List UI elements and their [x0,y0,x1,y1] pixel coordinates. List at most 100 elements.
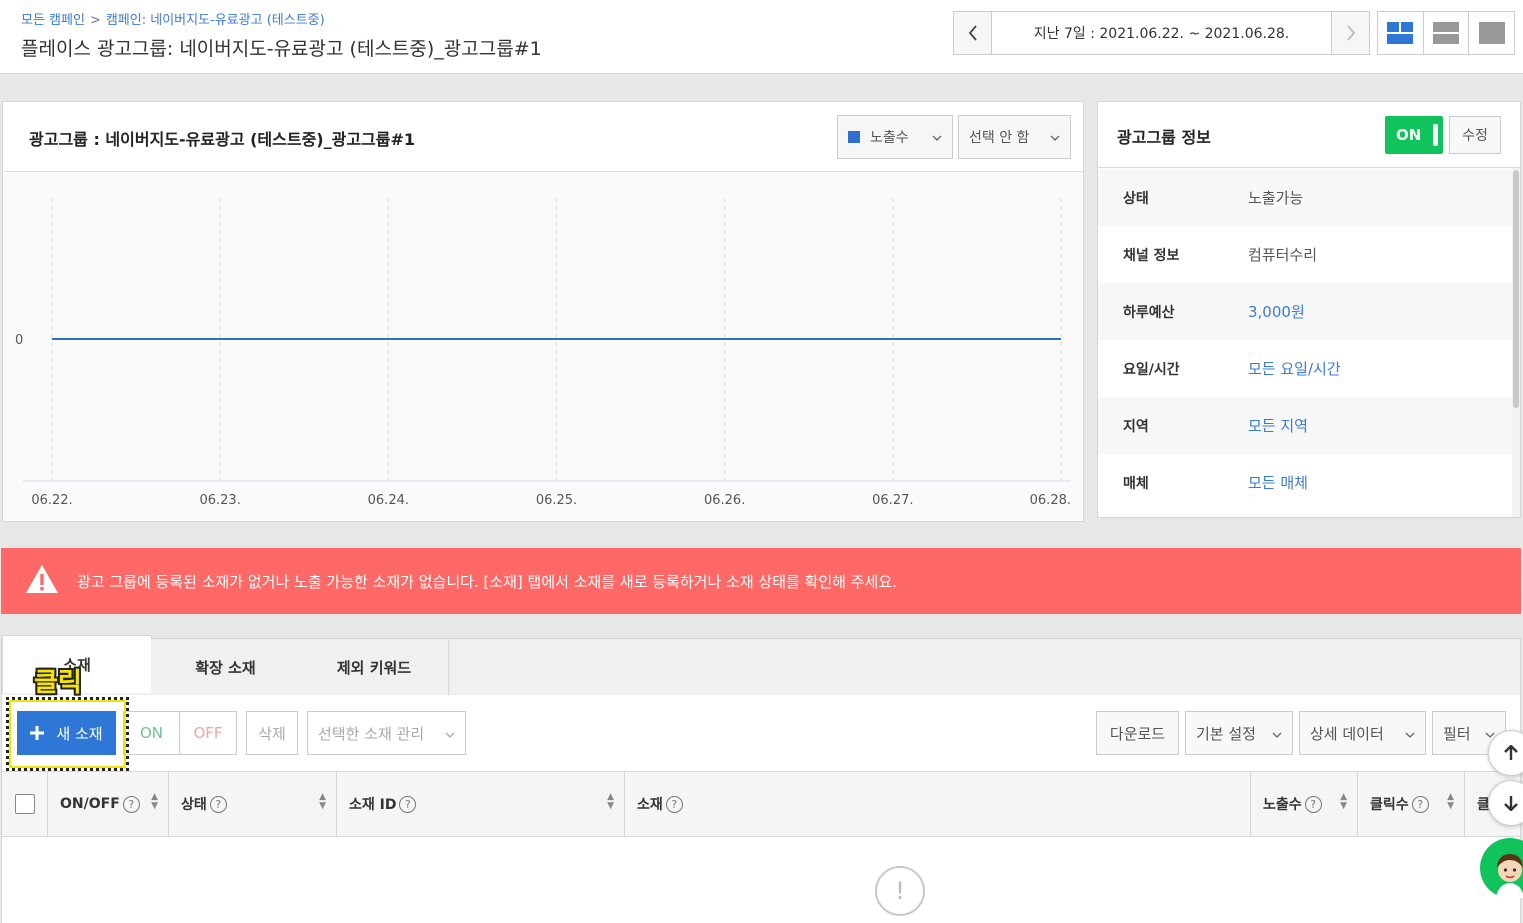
help-icon[interactable]: ? [1411,795,1429,813]
column-onoff[interactable]: ON/OFF? ▲ ▼ [48,772,169,836]
breadcrumb-all-campaigns[interactable]: 모든 캠페인 [21,13,85,28]
info-label: 상태 [1123,190,1149,207]
info-value-link[interactable]: 모든 매체 [1248,472,1308,493]
creative-table-header: ON/OFF? ▲ ▼ 상태? ▲ ▼ 소재 ID? ▲ ▼ 소재? 노출수? ▲ ▼ … [1,771,1521,837]
layout-split-icon [1387,22,1414,44]
info-value-link[interactable]: 3,000원 [1248,301,1305,322]
adgroup-on-toggle[interactable]: ON [1385,116,1443,154]
help-icon[interactable]: ? [399,795,417,813]
chevron-down-icon [1042,129,1060,145]
date-prev-button[interactable] [954,12,992,54]
info-value-link[interactable]: 모든 요일/시간 [1248,358,1341,379]
chart-x-tick-label: 06.28. [1030,493,1071,508]
info-row-media: 매체 모든 매체 [1098,454,1512,511]
column-onoff-label: ON/OFF [60,796,120,812]
info-row-schedule: 요일/시간 모든 요일/시간 [1098,340,1512,397]
info-row-budget: 하루예산 3,000원 [1098,283,1512,340]
tab-extension-creatives[interactable]: 확장 소재 [151,639,301,695]
delete-button[interactable]: 삭제 [246,711,298,755]
column-status[interactable]: 상태? ▲ ▼ [169,772,337,836]
chevron-right-icon [1346,25,1355,41]
chevron-left-icon [968,25,977,41]
info-value: 컴퓨터수리 [1248,246,1318,264]
column-creative[interactable]: 소재? [625,772,1251,836]
layout-full-button[interactable] [1468,12,1514,54]
info-value: 노출가능 [1248,189,1304,207]
help-icon[interactable]: ? [122,795,140,813]
info-value-link[interactable]: 모든 지역 [1248,415,1308,436]
scrollbar-thumb[interactable] [1513,170,1519,408]
info-row-status: 상태 노출가능 [1098,169,1512,226]
info-label: 요일/시간 [1123,361,1180,378]
date-next-button[interactable] [1331,12,1369,54]
metric-select-secondary[interactable]: 선택 안 함 [958,115,1071,159]
info-row-channel: 채널 정보 컴퓨터수리 [1098,226,1512,283]
select-all-cell [2,772,48,836]
creative-table-body [1,837,1521,923]
tab-excluded-keywords[interactable]: 제외 키워드 [300,639,449,695]
default-settings-dropdown[interactable]: 기본 설정 [1185,711,1293,755]
turn-on-button[interactable]: ON [123,711,180,755]
breadcrumb-separator: > [89,13,101,28]
warning-icon [25,564,59,598]
arrow-down-icon [1504,796,1518,811]
breadcrumb-campaign[interactable]: 캠페인: 네이버지도-유료광고 (테스트중) [106,13,325,28]
manage-selected-label: 선택한 소재 관리 [318,724,425,743]
chat-assistant-button[interactable] [1480,838,1523,898]
click-annotation-label: 클릭 [34,668,82,698]
info-label: 지역 [1123,418,1149,435]
column-impressions[interactable]: 노출수? ▲ ▼ [1251,772,1358,836]
column-clicks[interactable]: 클릭수? ▲ ▼ [1358,772,1465,836]
metric-select-primary[interactable]: 노출수 [837,115,953,159]
empty-state-icon: ! [875,866,925,916]
layout-rows-button[interactable] [1422,12,1469,54]
chart-panel: 광고그룹 : 네이버지도-유료광고 (테스트중)_광고그룹#1 노출수 선택 안… [2,101,1084,522]
sort-icon[interactable]: ▲ ▼ [319,793,326,811]
chevron-down-icon [924,129,942,145]
sort-icon[interactable]: ▲ ▼ [151,793,158,811]
column-creative-id[interactable]: 소재 ID? ▲ ▼ [337,772,625,836]
info-panel-scrollbar[interactable] [1512,168,1520,517]
sort-icon[interactable]: ▲ ▼ [607,793,614,811]
column-creative-label: 소재 [637,797,663,813]
help-icon[interactable]: ? [1304,795,1322,813]
select-all-checkbox[interactable] [15,794,35,814]
arrow-up-icon [1504,745,1518,760]
layout-split-button[interactable] [1378,12,1423,54]
layout-full-icon [1478,22,1505,44]
column-impressions-label: 노출수 [1263,797,1302,813]
breadcrumb: 모든 캠페인 > 캠페인: 네이버지도-유료광고 (테스트중) [21,9,325,28]
sort-icon[interactable]: ▲ ▼ [1340,793,1347,811]
edit-button[interactable]: 수정 [1449,116,1501,154]
chart-x-tick-label: 06.22. [31,493,72,508]
turn-off-button[interactable]: OFF [179,711,237,755]
date-range-text[interactable]: 지난 7일 : 2021.06.22. ~ 2021.06.28. [992,12,1331,54]
info-label: 하루예산 [1123,304,1175,321]
chart-x-tick-label: 06.24. [368,493,409,508]
download-button[interactable]: 다운로드 [1096,711,1179,755]
click-highlight-box [6,697,129,771]
date-range-picker: 지난 7일 : 2021.06.22. ~ 2021.06.28. [953,11,1370,55]
toggle-label: ON [1396,126,1422,144]
filter-label: 필터 [1443,724,1471,743]
assistant-avatar-icon [1496,854,1523,898]
adgroup-info-panel: 광고그룹 정보 ON 수정 상태 노출가능 채널 정보 컴퓨터수리 하루예산 3… [1097,101,1521,518]
manage-selected-dropdown[interactable]: 선택한 소재 관리 [307,711,466,755]
sort-icon[interactable]: ▲ ▼ [1447,793,1454,811]
detail-data-dropdown[interactable]: 상세 데이터 [1299,711,1426,755]
alert-message: 광고 그룹에 등록된 소재가 없거나 노출 가능한 소재가 없습니다. [소재]… [77,572,897,591]
chart-x-tick-label: 06.27. [872,493,913,508]
line-chart: 0 06.22. 06.23. 06.24. 06.25. 06.26. 06.27. 06.… [15,198,1071,508]
chevron-down-icon [1264,724,1282,742]
chart-x-tick-label: 06.25. [536,493,577,508]
help-icon[interactable]: ? [665,795,683,813]
toggle-knob [1433,124,1438,146]
creative-toolbar: 새 소재 ON OFF 삭제 선택한 소재 관리 다운로드 기본 설정 상세 데… [1,695,1521,771]
chart-x-tick-label: 06.26. [704,493,745,508]
view-layout-switcher [1377,11,1515,55]
default-settings-label: 기본 설정 [1196,724,1256,743]
series-color-swatch [848,131,860,143]
chart-x-tick-label: 06.23. [199,493,240,508]
page-title: 플레이스 광고그룹: 네이버지도-유료광고 (테스트중)_광고그룹#1 [21,38,542,60]
help-icon[interactable]: ? [209,795,227,813]
